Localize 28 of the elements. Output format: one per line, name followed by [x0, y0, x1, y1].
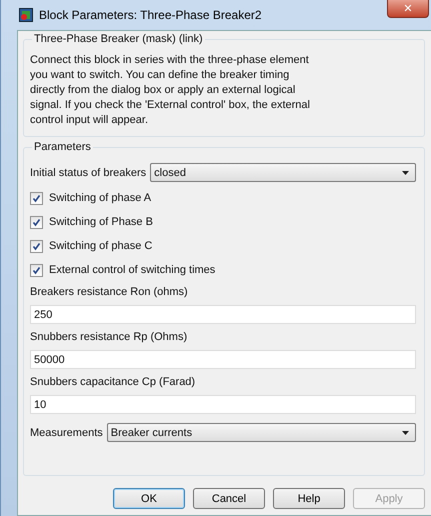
input-field[interactable]: 250 [30, 305, 416, 324]
checkbox-label: Switching of Phase B [49, 216, 153, 228]
panel-title: Parameters [33, 141, 92, 153]
field-label: Snubbers capacitance Cp (Farad) [30, 376, 196, 388]
block-icon [19, 8, 33, 22]
dropdown-label: Initial status of breakers [30, 166, 146, 178]
description-text: Connect this block in series with the three-phase element you want to switch. You can define the breaker timing directly from the dialog box or apply an external logical signal. If you check the 'External control' box, the external control input will appear. [30, 53, 311, 128]
checkbox-label: Switching of phase A [49, 192, 152, 204]
field-label: Breakers resistance Ron (ohms) [30, 286, 189, 298]
field-label: Snubbers resistance Rp (Ohms) [30, 331, 188, 343]
window-title: Block Parameters: Three-Phase Breaker2 [39, 8, 262, 22]
dropdown-arrow-icon [402, 170, 409, 174]
checkbox[interactable] [30, 192, 43, 204]
dropdown[interactable]: Breaker currents [106, 423, 416, 442]
checkbox[interactable] [30, 240, 43, 252]
dialog-button[interactable]: Cancel [193, 488, 265, 509]
checkbox[interactable] [30, 216, 43, 228]
dropdown-label: Measurements [30, 426, 103, 438]
checkbox-label: External control of switching times [49, 264, 216, 276]
dialog-button[interactable]: Help [273, 488, 345, 509]
dropdown-arrow-icon [402, 430, 409, 434]
dialog-button[interactable]: OK [113, 488, 185, 509]
input-field[interactable]: 50000 [30, 350, 416, 369]
input-field[interactable]: 10 [30, 395, 416, 414]
panel-title: Three-Phase Breaker (mask) (link) [33, 33, 204, 45]
dropdown[interactable]: closed [150, 163, 416, 182]
checkbox[interactable] [30, 264, 43, 276]
checkbox-label: Switching of phase C [49, 240, 152, 252]
